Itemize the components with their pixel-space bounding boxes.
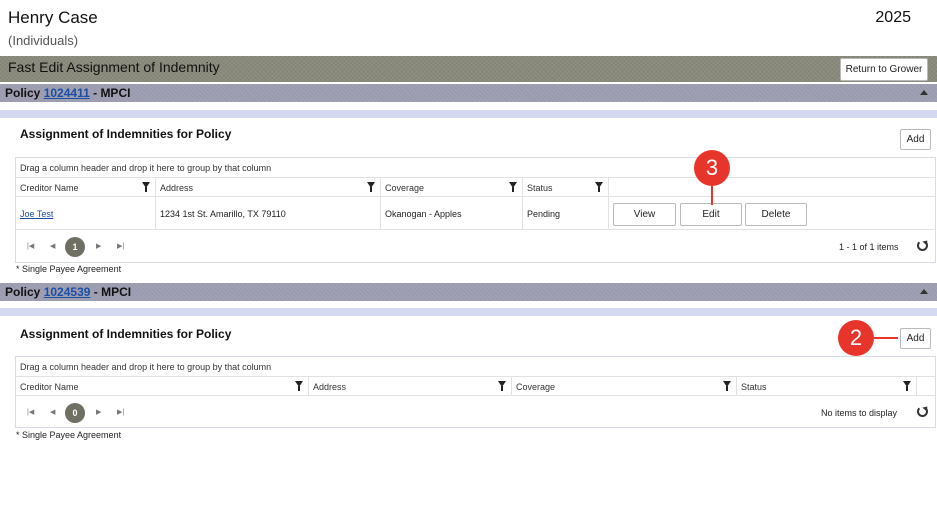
collapse-icon[interactable]: [920, 90, 928, 95]
policy-title-2: Policy 1024539 - MPCI: [5, 285, 131, 299]
add-button-1[interactable]: Add: [900, 129, 931, 150]
policy-number-link-1[interactable]: 1024411: [44, 86, 90, 100]
column-label: Status: [527, 183, 553, 193]
policy-title-1: Policy 1024411 - MPCI: [5, 86, 130, 100]
filter-icon[interactable]: [367, 182, 375, 192]
view-button[interactable]: View: [613, 203, 676, 226]
policy-header-1[interactable]: Policy 1024411 - MPCI: [0, 84, 937, 102]
first-page-icon[interactable]: |◀: [27, 242, 34, 250]
column-header-creditor[interactable]: Creditor Name: [16, 377, 309, 396]
cell-status: Pending: [523, 197, 609, 230]
filter-icon[interactable]: [498, 381, 506, 391]
crop-year: 2025: [875, 9, 911, 26]
column-label: Creditor Name: [20, 382, 79, 392]
column-label: Address: [313, 382, 347, 392]
cell-coverage: Okanogan - Apples: [381, 197, 523, 230]
grower-type: (Individuals): [8, 33, 79, 48]
section-title-1: Assignment of Indemnities for Policy: [20, 127, 232, 141]
policy-header-2[interactable]: Policy 1024539 - MPCI: [0, 283, 937, 301]
assignment-grid-2: Drag a column header and drop it here to…: [15, 356, 936, 428]
column-label: Coverage: [516, 382, 556, 392]
prev-page-icon[interactable]: ◀: [50, 408, 55, 416]
cell-address: 1234 1st St. Amarillo, TX 79110: [156, 197, 381, 230]
column-header-creditor[interactable]: Creditor Name: [16, 178, 156, 197]
policy-number-link-2[interactable]: 1024539: [44, 285, 91, 299]
column-label: Coverage: [385, 183, 425, 193]
section-divider: [0, 110, 937, 118]
last-page-icon[interactable]: ▶|: [117, 242, 124, 250]
column-header-address[interactable]: Address: [309, 377, 512, 396]
page-header: Henry Case (Individuals) 2025: [0, 0, 937, 56]
next-page-icon[interactable]: ▶: [96, 408, 101, 416]
filter-icon[interactable]: [903, 381, 911, 391]
pager-info: 1 - 1 of 1 items: [839, 242, 899, 252]
cell-creditor: Joe Test: [16, 197, 156, 230]
next-page-icon[interactable]: ▶: [96, 242, 101, 250]
current-page[interactable]: 1: [65, 237, 85, 257]
column-header-status[interactable]: Status: [737, 377, 917, 396]
filter-icon[interactable]: [509, 182, 517, 192]
pager-2: |◀ ◀ 0 ▶ ▶| No items to display: [16, 399, 935, 427]
title-bar: Fast Edit Assignment of Indemnity: [0, 56, 937, 82]
refresh-icon[interactable]: [917, 406, 928, 417]
badge-pointer-line: [711, 186, 713, 205]
pager-1: |◀ ◀ 1 ▶ ▶| 1 - 1 of 1 items: [16, 233, 935, 261]
assignment-grid-1: Drag a column header and drop it here to…: [15, 157, 936, 263]
add-button-2[interactable]: Add: [900, 328, 931, 349]
last-page-icon[interactable]: ▶|: [117, 408, 124, 416]
edit-button[interactable]: Edit: [680, 203, 742, 226]
policy-prefix: Policy: [5, 285, 41, 299]
section-divider: [0, 308, 937, 316]
creditor-link[interactable]: Joe Test: [20, 209, 53, 219]
group-drop-zone[interactable]: Drag a column header and drop it here to…: [16, 158, 935, 178]
grid-header: Creditor Name Address Coverage Status: [16, 178, 935, 197]
grower-name: Henry Case: [8, 8, 98, 27]
step-badge-edit: 3: [694, 150, 730, 186]
group-drop-zone[interactable]: Drag a column header and drop it here to…: [16, 357, 935, 377]
policy-suffix: - MPCI: [93, 285, 132, 299]
filter-icon[interactable]: [142, 182, 150, 192]
section-title-2: Assignment of Indemnities for Policy: [20, 327, 232, 341]
filter-icon[interactable]: [295, 381, 303, 391]
collapse-icon[interactable]: [920, 289, 928, 294]
single-payee-note: * Single Payee Agreement: [16, 430, 122, 440]
policy-prefix: Policy: [5, 86, 41, 100]
grid-header: Creditor Name Address Coverage Status: [16, 377, 935, 396]
column-header-status[interactable]: Status: [523, 178, 609, 197]
current-page[interactable]: 0: [65, 403, 85, 423]
table-row: Joe Test 1234 1st St. Amarillo, TX 79110…: [16, 197, 935, 230]
page-title: Fast Edit Assignment of Indemnity: [8, 59, 220, 75]
policy-suffix: - MPCI: [93, 86, 131, 100]
prev-page-icon[interactable]: ◀: [50, 242, 55, 250]
column-label: Creditor Name: [20, 183, 79, 193]
step-badge-add: 2: [838, 320, 874, 356]
filter-icon[interactable]: [595, 182, 603, 192]
pager-info: No items to display: [821, 408, 898, 418]
column-header-coverage[interactable]: Coverage: [381, 178, 523, 197]
single-payee-note: * Single Payee Agreement: [16, 264, 122, 274]
column-label: Status: [741, 382, 767, 392]
column-header-address[interactable]: Address: [156, 178, 381, 197]
column-header-coverage[interactable]: Coverage: [512, 377, 737, 396]
delete-button[interactable]: Delete: [745, 203, 807, 226]
refresh-icon[interactable]: [917, 240, 928, 251]
return-to-grower-button[interactable]: Return to Grower: [840, 58, 928, 81]
badge-pointer-line: [874, 337, 898, 339]
column-label: Address: [160, 183, 194, 193]
filter-icon[interactable]: [723, 381, 731, 391]
first-page-icon[interactable]: |◀: [27, 408, 34, 416]
